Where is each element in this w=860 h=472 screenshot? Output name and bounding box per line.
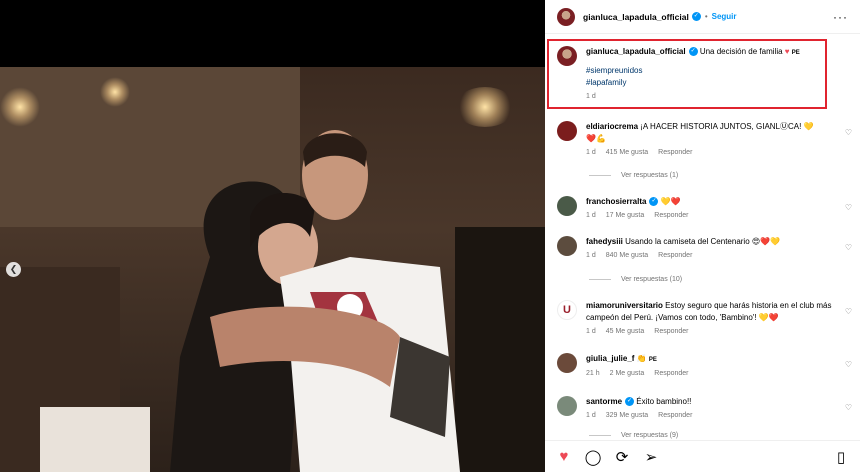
caption-text: Una decisión de familia <box>699 47 783 56</box>
comment-username[interactable]: fahedysiii <box>586 237 623 246</box>
post-media: ❮ <box>0 0 545 472</box>
reply-button[interactable]: Responder <box>654 328 688 335</box>
comment-icon[interactable]: ◯ <box>584 448 602 466</box>
emoji: 😍❤️💛 <box>751 237 781 246</box>
heart-icon[interactable]: ♡ <box>845 128 852 137</box>
comment-likes[interactable]: 45 Me gusta <box>606 328 645 335</box>
list-item: santorme ✓ Éxito bambino!! 1 d 329 Me gust… <box>557 396 836 422</box>
avatar[interactable] <box>557 396 577 416</box>
post-photo <box>0 67 545 472</box>
heart-icon[interactable]: ♡ <box>845 203 852 212</box>
chevron-left-icon[interactable]: ❮ <box>6 262 21 277</box>
heart-icon[interactable]: ♡ <box>845 307 852 316</box>
list-item: giulia_julie_f 👏 PE 21 h 2 Me gusta Respon… <box>557 353 836 380</box>
action-bar: ♥ ◯ ⟳ ➢ ▯ <box>545 440 860 472</box>
heart-icon[interactable]: ♡ <box>845 243 852 252</box>
hashtag[interactable]: #lapafamily <box>586 77 836 89</box>
comment-time: 1 d <box>586 328 596 335</box>
emoji: 💛 <box>803 122 814 131</box>
caption-time: 1 d <box>586 93 596 100</box>
comment-time: 1 d <box>586 212 596 219</box>
comment-text: ¡A HACER HISTORIA JUNTOS, GIANLⓊCA! <box>640 122 802 131</box>
flag-emoji: PE <box>791 50 800 56</box>
comment-username[interactable]: franchosierralta <box>586 197 646 206</box>
heart-emoji: ♥ <box>784 47 790 56</box>
comment-text: Éxito bambino!! <box>636 397 692 406</box>
post-username[interactable]: gianluca_lapadula_official <box>583 12 689 22</box>
avatar[interactable] <box>557 236 577 256</box>
comment-time: 1 d <box>586 412 596 419</box>
emoji: 💛❤️ <box>660 197 681 206</box>
emoji: 💛❤️ <box>758 313 779 322</box>
comment-text: Usando la camiseta del Centenario <box>625 237 750 246</box>
heart-icon[interactable]: ♥ <box>555 448 573 465</box>
flag-emoji: PE <box>648 357 657 363</box>
reply-button[interactable]: Responder <box>658 149 692 156</box>
avatar[interactable] <box>557 196 577 216</box>
avatar[interactable] <box>557 353 577 373</box>
avatar[interactable] <box>557 46 577 66</box>
comment-username[interactable]: miamoruniversitario <box>586 301 663 310</box>
post-header: gianluca_lapadula_official ✓ • Seguir ··… <box>545 0 860 34</box>
reply-button[interactable]: Responder <box>654 370 688 377</box>
list-item: franchosierralta ✓ 💛❤️ 1 d 17 Me gusta Resp… <box>557 196 836 222</box>
follow-button[interactable]: Seguir <box>712 12 737 21</box>
emoji: ❤️💪 <box>586 134 606 143</box>
list-item: eldiariocrema ¡A HACER HISTORIA JUNTOS, … <box>557 121 836 159</box>
comment-likes[interactable]: 415 Me gusta <box>606 149 648 156</box>
bookmark-icon[interactable]: ▯ <box>832 448 850 466</box>
avatar[interactable] <box>557 7 575 26</box>
list-item: fahedysiii Usando la camiseta del Centen… <box>557 236 836 262</box>
comment-likes[interactable]: 840 Me gusta <box>606 252 648 259</box>
post-sidebar: gianluca_lapadula_official ✓ • Seguir ··… <box>545 0 860 472</box>
view-replies[interactable]: Ver respuestas (1) <box>589 172 678 179</box>
emoji: 👏 <box>636 354 647 363</box>
avatar[interactable] <box>557 121 577 141</box>
comment-likes[interactable]: 2 Me gusta <box>610 370 645 377</box>
comment-likes[interactable]: 329 Me gusta <box>606 412 648 419</box>
avatar[interactable]: U <box>557 300 577 320</box>
reply-button[interactable]: Responder <box>658 412 692 419</box>
verified-icon: ✓ <box>688 47 698 57</box>
comment-likes[interactable]: 17 Me gusta <box>606 212 645 219</box>
people-illustration <box>170 130 460 472</box>
comment-time: 1 d <box>586 149 596 156</box>
verified-icon: ✓ <box>691 12 701 21</box>
more-icon[interactable]: ··· <box>833 10 848 24</box>
separator-dot: • <box>704 12 708 21</box>
comment-time: 1 d <box>586 252 596 259</box>
repost-icon[interactable]: ⟳ <box>613 448 631 466</box>
heart-icon[interactable]: ♡ <box>845 403 852 412</box>
comment-username[interactable]: giulia_julie_f <box>586 354 634 363</box>
caption-username[interactable]: gianluca_lapadula_official <box>586 47 686 56</box>
caption: gianluca_lapadula_official ✓ Una decisión… <box>557 46 836 103</box>
verified-icon: ✓ <box>649 197 659 207</box>
comment-time: 21 h <box>586 370 600 377</box>
comment-username[interactable]: santorme <box>586 397 622 406</box>
view-replies[interactable]: Ver respuestas (9) <box>589 432 678 439</box>
reply-button[interactable]: Responder <box>654 212 688 219</box>
comment-username[interactable]: eldiariocrema <box>586 122 638 131</box>
reply-button[interactable]: Responder <box>658 252 692 259</box>
verified-icon: ✓ <box>625 397 635 407</box>
heart-icon[interactable]: ♡ <box>845 360 852 369</box>
share-icon[interactable]: ➢ <box>642 448 660 466</box>
hashtag[interactable]: #siempreunidos <box>586 65 836 77</box>
view-replies[interactable]: Ver respuestas (10) <box>589 276 682 283</box>
list-item: U miamoruniversitario Estoy seguro que h… <box>557 300 836 338</box>
